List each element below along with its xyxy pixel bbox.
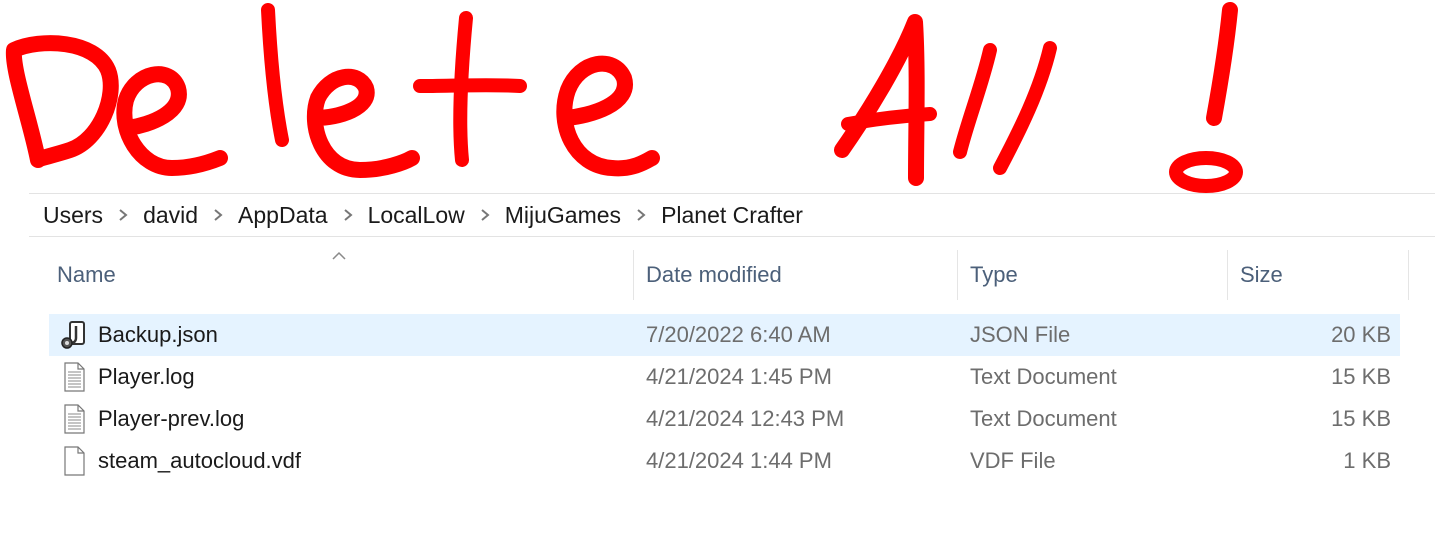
file-date-modified: 4/21/2024 1:45 PM (646, 364, 832, 389)
file-size: 1 KB (1343, 448, 1391, 473)
file-size: 15 KB (1331, 364, 1391, 389)
file-row[interactable]: Backup.json 7/20/2022 6:40 AM JSON File … (49, 314, 1400, 356)
column-header-size[interactable]: Size (1228, 250, 1409, 300)
text-file-icon (60, 404, 88, 434)
chevron-right-icon[interactable] (479, 208, 491, 222)
chevron-right-icon[interactable] (212, 208, 224, 222)
json-file-icon (60, 320, 88, 350)
file-type: JSON File (970, 322, 1071, 347)
blank-file-icon (60, 446, 88, 476)
file-size: 20 KB (1331, 322, 1391, 347)
chevron-right-icon[interactable] (635, 208, 647, 222)
chevron-right-icon[interactable] (117, 208, 129, 222)
breadcrumb-item-mijugames[interactable]: MijuGames (505, 202, 621, 229)
breadcrumb-item-david[interactable]: david (143, 202, 198, 229)
breadcrumb-item-appdata[interactable]: AppData (238, 202, 328, 229)
file-name: steam_autocloud.vdf (98, 448, 302, 473)
breadcrumb-item-planet-crafter[interactable]: Planet Crafter (661, 202, 803, 229)
column-header-date-modified[interactable]: Date modified (634, 250, 958, 300)
file-row[interactable]: Player-prev.log 4/21/2024 12:43 PM Text … (49, 398, 1400, 440)
file-type: Text Document (970, 406, 1117, 431)
column-header-type[interactable]: Type (958, 250, 1228, 300)
file-date-modified: 4/21/2024 1:44 PM (646, 448, 832, 473)
breadcrumb-item-locallow[interactable]: LocalLow (368, 202, 465, 229)
file-row[interactable]: Player.log 4/21/2024 1:45 PM Text Docume… (49, 356, 1400, 398)
file-date-modified: 4/21/2024 12:43 PM (646, 406, 845, 431)
file-name: Backup.json (98, 322, 218, 347)
file-row[interactable]: steam_autocloud.vdf 4/21/2024 1:44 PM VD… (49, 440, 1400, 482)
file-date-modified: 7/20/2022 6:40 AM (646, 322, 831, 347)
chevron-right-icon[interactable] (342, 208, 354, 222)
file-type: Text Document (970, 364, 1117, 389)
breadcrumb: Users david AppData LocalLow MijuGames P… (29, 193, 1435, 237)
file-name: Player.log (98, 364, 195, 389)
file-list: Backup.json 7/20/2022 6:40 AM JSON File … (49, 314, 1400, 482)
column-header-row: Name Date modified Type Size (49, 250, 1409, 300)
file-type: VDF File (970, 448, 1056, 473)
breadcrumb-item-users[interactable]: Users (43, 202, 103, 229)
text-file-icon (60, 362, 88, 392)
column-header-name[interactable]: Name (49, 250, 634, 300)
file-size: 15 KB (1331, 406, 1391, 431)
delete-all-annotation (5, 2, 1243, 193)
file-name: Player-prev.log (98, 406, 245, 431)
